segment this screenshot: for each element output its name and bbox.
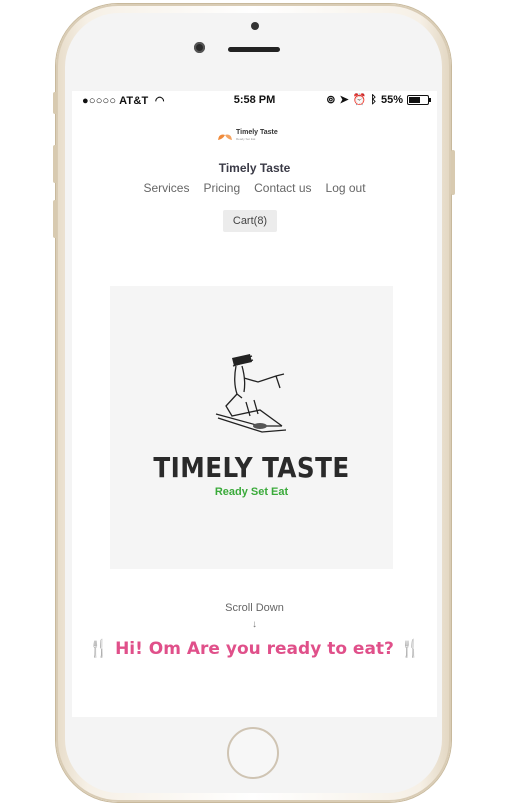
scroll-down-label[interactable]: Scroll Down <box>72 602 437 614</box>
front-camera <box>194 42 205 53</box>
volume-up-button <box>53 145 57 183</box>
brand-logo[interactable]: Timely Taste Ready Set Eat <box>217 129 278 143</box>
hero-banner: TIMELY TASTE Ready Set Eat <box>110 286 393 569</box>
hero-title: TIMELY TASTE <box>153 451 350 484</box>
home-button[interactable] <box>227 727 279 779</box>
logo-tagline: Ready Set Eat <box>236 137 256 141</box>
alarm-icon: ⏰ <box>352 94 367 106</box>
greeting-banner: 🍴 Hi! Om Are you ready to eat? 🍴 <box>72 639 437 659</box>
bluetooth-icon: ᛒ <box>370 93 377 106</box>
volume-down-button <box>53 200 57 238</box>
fork-knife-icon: 🍴 <box>399 639 422 659</box>
app-screen: ●○○○○ AT&T ◠ 5:58 PM ⊚ ➤ ⏰ ᛒ 55% Timely … <box>72 91 437 717</box>
power-button <box>451 150 455 195</box>
earpiece-speaker <box>228 47 280 52</box>
location-icon: ➤ <box>339 94 349 106</box>
status-bar: ●○○○○ AT&T ◠ 5:58 PM ⊚ ➤ ⏰ ᛒ 55% <box>72 91 437 109</box>
fork-knife-icon: 🍴 <box>87 639 110 659</box>
battery-percent: 55% <box>380 93 403 106</box>
site-title[interactable]: Timely Taste <box>72 161 437 175</box>
nav-menu: Services Pricing Contact us Log out <box>72 181 437 195</box>
hero-subtitle: Ready Set Eat <box>214 486 289 498</box>
rotation-lock-icon: ⊚ <box>326 94 336 106</box>
arrow-down-icon: ↓ <box>252 619 257 630</box>
proximity-sensor <box>251 22 259 30</box>
logo-text: Timely Taste <box>236 129 278 136</box>
nav-contact-us[interactable]: Contact us <box>254 181 311 195</box>
greeting-text: Hi! Om Are you ready to eat? <box>115 639 394 659</box>
chef-illustration-icon <box>215 354 287 433</box>
battery-icon <box>407 94 431 105</box>
nav-pricing[interactable]: Pricing <box>203 181 240 195</box>
cart-button[interactable]: Cart(8) <box>223 210 277 232</box>
leaf-logo-icon <box>218 134 232 140</box>
nav-log-out[interactable]: Log out <box>326 181 366 195</box>
nav-services[interactable]: Services <box>143 181 189 195</box>
mute-switch <box>53 92 57 114</box>
